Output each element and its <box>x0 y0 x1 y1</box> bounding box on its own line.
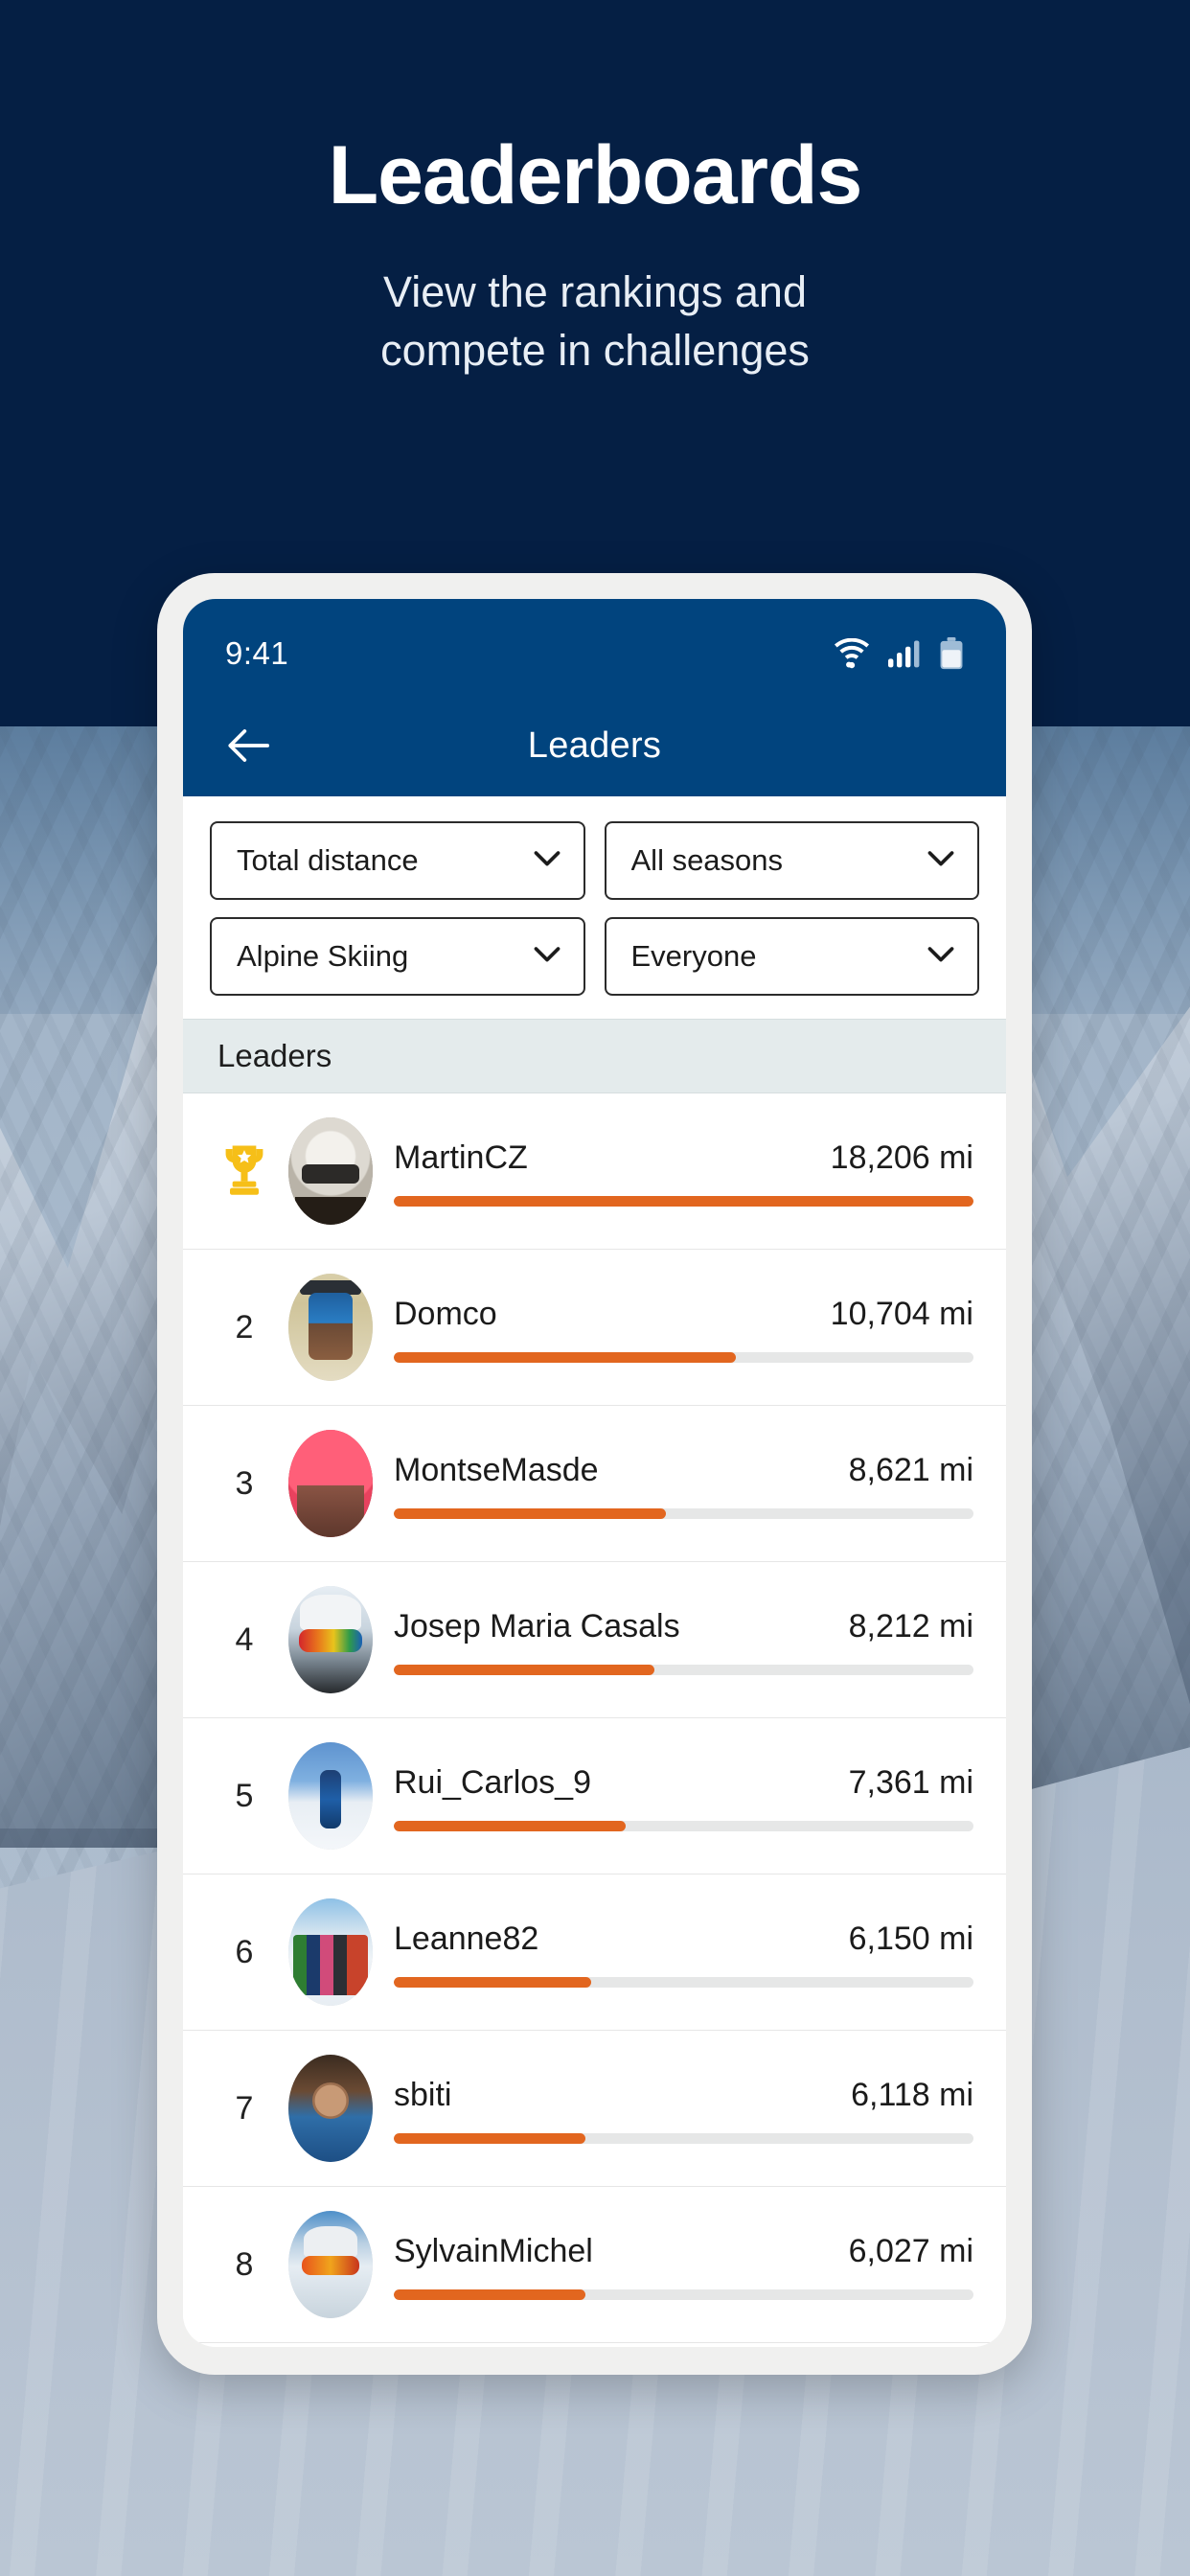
chevron-down-icon <box>927 946 954 968</box>
leader-name: MontseMasde <box>394 1452 599 1488</box>
filter-audience-dropdown[interactable]: Everyone <box>604 917 979 996</box>
back-button[interactable] <box>217 716 277 775</box>
avatar <box>288 2211 373 2318</box>
progress-fill <box>394 1352 736 1363</box>
leader-details: Rui_Carlos_9 7,361 mi <box>394 1760 973 1831</box>
trophy-icon <box>212 1142 277 1200</box>
filter-metric-value: Total distance <box>237 843 419 877</box>
progress-fill <box>394 1977 591 1988</box>
battery-icon <box>939 637 964 670</box>
filter-audience-value: Everyone <box>630 939 757 973</box>
leader-distance: 8,621 mi <box>848 1452 973 1488</box>
leader-name: Leanne82 <box>394 1920 539 1957</box>
rank-number: 6 <box>235 1933 254 1970</box>
leader-name: Domco <box>394 1296 497 1332</box>
rank-number: 7 <box>235 2089 254 2127</box>
rank-number: 4 <box>235 1621 254 1658</box>
avatar <box>288 2055 373 2162</box>
app-bar: Leaders <box>183 695 1006 796</box>
leader-name: sbiti <box>394 2077 452 2113</box>
table-row[interactable]: 6 Leanne82 6,150 mi <box>183 1874 1006 2031</box>
leader-distance: 6,027 mi <box>848 2233 973 2269</box>
avatar <box>288 1898 373 2006</box>
leader-details: Josep Maria Casals 8,212 mi <box>394 1604 973 1675</box>
table-row[interactable]: 7 sbiti 6,118 mi <box>183 2031 1006 2187</box>
hero-subtitle-line-1: View the rankings and <box>383 267 807 316</box>
phone-screen: 9:41 Leaders Total distance All seasons … <box>183 599 1006 2347</box>
wifi-icon <box>832 638 872 669</box>
avatar <box>288 1430 373 1537</box>
rank-number: 3 <box>235 1464 254 1502</box>
table-row[interactable]: 3 MontseMasde 8,621 mi <box>183 1406 1006 1562</box>
chevron-down-icon <box>927 850 954 872</box>
filter-sport-value: Alpine Skiing <box>237 939 409 973</box>
progress-track <box>394 1196 973 1207</box>
filter-sport-dropdown[interactable]: Alpine Skiing <box>210 917 585 996</box>
app-bar-title: Leaders <box>527 724 662 766</box>
leader-distance: 18,206 mi <box>830 1139 973 1176</box>
progress-track <box>394 1821 973 1831</box>
leader-details: MartinCZ 18,206 mi <box>394 1136 973 1207</box>
leader-name: Rui_Carlos_9 <box>394 1764 591 1801</box>
avatar <box>288 1742 373 1850</box>
progress-track <box>394 2133 973 2144</box>
leaders-section-title: Leaders <box>217 1038 332 1073</box>
table-row[interactable]: 4 Josep Maria Casals 8,212 mi <box>183 1562 1006 1718</box>
chevron-down-icon <box>534 850 561 872</box>
table-row[interactable]: 2 Domco 10,704 mi <box>183 1250 1006 1406</box>
avatar <box>288 1274 373 1381</box>
progress-fill <box>394 1196 973 1207</box>
progress-fill <box>394 1821 626 1831</box>
progress-track <box>394 1665 973 1675</box>
rank-number: 8 <box>235 2245 254 2283</box>
leader-details: sbiti 6,118 mi <box>394 2073 973 2144</box>
leader-distance: 6,150 mi <box>848 1920 973 1957</box>
progress-fill <box>394 2289 585 2300</box>
status-bar-icons <box>832 637 964 670</box>
leader-details: MontseMasde 8,621 mi <box>394 1448 973 1519</box>
page-title: Leaderboards <box>328 129 863 221</box>
leader-distance: 7,361 mi <box>848 1764 973 1801</box>
progress-track <box>394 1352 973 1363</box>
status-bar: 9:41 <box>183 599 1006 695</box>
status-bar-clock: 9:41 <box>225 635 289 671</box>
leader-details: SylvainMichel 6,027 mi <box>394 2229 973 2300</box>
filter-bar: Total distance All seasons Alpine Skiing <box>183 796 1006 1019</box>
leader-details: Leanne82 6,150 mi <box>394 1917 973 1988</box>
filter-season-dropdown[interactable]: All seasons <box>604 821 979 900</box>
leader-name: Josep Maria Casals <box>394 1608 680 1644</box>
arrow-left-icon <box>228 729 269 762</box>
hero-subtitle-line-2: compete in challenges <box>380 325 810 375</box>
progress-track <box>394 2289 973 2300</box>
rank-number: 2 <box>235 1308 254 1346</box>
leader-distance: 8,212 mi <box>848 1608 973 1644</box>
phone-mockup: 9:41 Leaders Total distance All seasons … <box>157 573 1032 2375</box>
leader-distance: 10,704 mi <box>830 1296 973 1332</box>
leader-details: Domco 10,704 mi <box>394 1292 973 1363</box>
avatar <box>288 1117 373 1225</box>
hero-subtitle: View the rankings and compete in challen… <box>0 264 1190 380</box>
leaders-section-header: Leaders <box>183 1019 1006 1093</box>
leader-name: SylvainMichel <box>394 2233 593 2269</box>
table-row[interactable]: MartinCZ 18,206 mi <box>183 1093 1006 1250</box>
progress-track <box>394 1977 973 1988</box>
app-store-screenshot: Leaderboards View the rankings and compe… <box>0 0 1190 2576</box>
table-row[interactable]: 5 Rui_Carlos_9 7,361 mi <box>183 1718 1006 1874</box>
leader-distance: 6,118 mi <box>851 2077 973 2113</box>
avatar <box>288 1586 373 1693</box>
leaderboard-list: MartinCZ 18,206 mi 2 Domco 10,704 mi 3 MontseM… <box>183 1093 1006 2343</box>
progress-fill <box>394 1665 655 1675</box>
filter-season-value: All seasons <box>630 843 784 877</box>
filter-metric-dropdown[interactable]: Total distance <box>210 821 585 900</box>
cellular-signal-icon <box>888 639 923 668</box>
rank-number: 5 <box>235 1777 254 1814</box>
leader-name: MartinCZ <box>394 1139 528 1176</box>
table-row[interactable]: 8 SylvainMichel 6,027 mi <box>183 2187 1006 2343</box>
progress-track <box>394 1508 973 1519</box>
chevron-down-icon <box>534 946 561 968</box>
progress-fill <box>394 2133 585 2144</box>
progress-fill <box>394 1508 667 1519</box>
